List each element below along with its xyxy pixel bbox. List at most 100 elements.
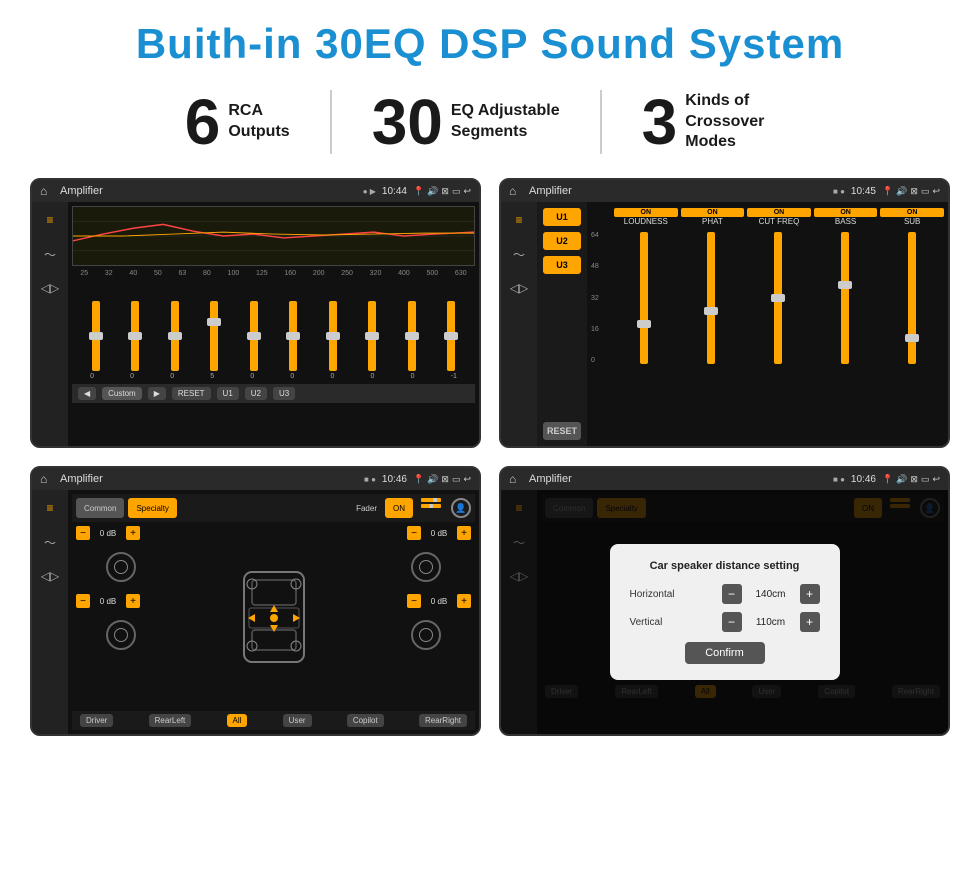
screen-icon-2: ⊠ [910, 186, 918, 197]
stat-crossover-label: Kinds ofCrossover Modes [685, 91, 795, 153]
db-minus-2[interactable]: − [407, 526, 421, 540]
crossover-slider-cutfreq[interactable] [746, 232, 810, 364]
channel-phat: PHAT [681, 217, 745, 226]
crossover-reset-btn[interactable]: RESET [543, 422, 581, 440]
preset-u3-btn[interactable]: U3 [543, 256, 581, 274]
screen1-time: 10:44 [382, 186, 407, 197]
sidebar-wave-icon-3[interactable]: 〜 [40, 532, 60, 552]
channel-bass: BASS [814, 217, 878, 226]
crossover-slider-bass[interactable] [813, 232, 877, 364]
db-value-0: 0 dB [93, 529, 123, 538]
volume-icon-1: 🔊 [427, 186, 438, 197]
db-minus-1[interactable]: − [76, 594, 90, 608]
dialog-horizontal-label: Horizontal [630, 589, 690, 600]
eq-slider-8[interactable] [406, 301, 418, 371]
sidebar-speaker-icon[interactable]: ◁▷ [40, 278, 60, 298]
tab-specialty[interactable]: Specialty [128, 498, 176, 518]
db-control-0: − 0 dB + [76, 526, 166, 540]
preset-u2-btn[interactable]: U2 [543, 232, 581, 250]
dialog-horizontal-minus[interactable]: − [722, 584, 742, 604]
dialog-overlay: Car speaker distance setting Horizontal … [501, 490, 948, 734]
fader-screen: Common Specialty Fader ON [72, 494, 475, 730]
eq-slider-6[interactable] [327, 301, 339, 371]
sidebar-wave-icon-2[interactable]: 〜 [509, 244, 529, 264]
eq-slider-0[interactable] [90, 301, 102, 371]
db-value-3: 0 dB [424, 597, 454, 606]
back-icon-4: ↩ [932, 474, 940, 485]
crossover-slider-sub[interactable] [880, 232, 944, 364]
crossover-slider-loudness[interactable] [612, 232, 676, 364]
eq-slider-2[interactable] [169, 301, 181, 371]
back-icon-1: ↩ [463, 186, 471, 197]
on-badge-phat: ON [681, 208, 745, 217]
db-control-1: − 0 dB + [76, 594, 166, 608]
channel-cutfreq: CUT FREQ [747, 217, 811, 226]
back-icon-3: ↩ [463, 474, 471, 485]
eq-play-btn[interactable]: ▶ [148, 387, 166, 400]
dialog-horizontal-row: Horizontal − 140cm + [630, 584, 820, 604]
sidebar-wave-icon[interactable]: 〜 [40, 244, 60, 264]
eq-slider-1[interactable] [129, 301, 141, 371]
eq-custom-btn[interactable]: Custom [102, 387, 142, 400]
confirm-button[interactable]: Confirm [685, 642, 765, 664]
tab-common[interactable]: Common [76, 498, 124, 518]
battery-icon-1: ▭ [452, 186, 461, 197]
preset-u1-btn[interactable]: U1 [543, 208, 581, 226]
db-minus-3[interactable]: − [407, 594, 421, 608]
on-badge-sub: ON [880, 208, 944, 217]
screen-icon-1: ⊠ [441, 186, 449, 197]
btn-driver[interactable]: Driver [80, 714, 113, 727]
eq-slider-7[interactable] [366, 301, 378, 371]
channel-headers: ON LOUDNESS ON PHAT ON CUT FREQ ON [591, 206, 944, 228]
eq-reset-btn[interactable]: RESET [172, 387, 211, 400]
btn-rearright[interactable]: RearRight [419, 714, 467, 727]
btn-copilot[interactable]: Copilot [347, 714, 384, 727]
location-icon-4: 📍 [882, 474, 893, 485]
fader-profile-icon[interactable]: 👤 [451, 498, 471, 518]
db-plus-3[interactable]: + [457, 594, 471, 608]
db-plus-0[interactable]: + [126, 526, 140, 540]
volume-icon-3: 🔊 [427, 474, 438, 485]
stat-eq-number: 30 [372, 90, 443, 154]
dialog-vertical-minus[interactable]: − [722, 612, 742, 632]
db-minus-0[interactable]: − [76, 526, 90, 540]
btn-rearleft[interactable]: RearLeft [149, 714, 192, 727]
eq-u3-btn[interactable]: U3 [273, 387, 295, 400]
eq-slider-5[interactable] [287, 301, 299, 371]
screen-crossover: ⌂ Amplifier ■ ● 10:45 📍 🔊 ⊠ ▭ ↩ ≡ 〜 ◁▷ [499, 178, 950, 448]
btn-user[interactable]: User [283, 714, 312, 727]
dialog-horizontal-control: − 140cm + [722, 584, 820, 604]
stat-eq-label: EQ AdjustableSegments [451, 101, 560, 143]
eq-u2-btn[interactable]: U2 [245, 387, 267, 400]
sidebar-eq-icon-3[interactable]: ≡ [40, 498, 60, 518]
eq-u1-btn[interactable]: U1 [217, 387, 239, 400]
btn-all[interactable]: All [227, 714, 248, 727]
sidebar-eq-icon-2[interactable]: ≡ [509, 210, 529, 230]
battery-icon-2: ▭ [921, 186, 930, 197]
screen2-sidebar: ≡ 〜 ◁▷ [501, 202, 537, 446]
fader-on-btn[interactable]: ON [385, 498, 413, 518]
crossover-slider-phat[interactable] [679, 232, 743, 364]
battery-icon-3: ▭ [452, 474, 461, 485]
eq-prev-btn[interactable]: ◀ [78, 387, 96, 400]
volume-icon-2: 🔊 [896, 186, 907, 197]
screen2-dots: ■ ● [833, 187, 845, 196]
db-value-2: 0 dB [424, 529, 454, 538]
dialog-box: Car speaker distance setting Horizontal … [610, 544, 840, 680]
dialog-horizontal-plus[interactable]: + [800, 584, 820, 604]
eq-slider-4[interactable] [248, 301, 260, 371]
sidebar-speaker-icon-3[interactable]: ◁▷ [40, 566, 60, 586]
dialog-horizontal-value: 140cm [746, 589, 796, 600]
status-bar-2: ⌂ Amplifier ■ ● 10:45 📍 🔊 ⊠ ▭ ↩ [501, 180, 948, 202]
eq-slider-3[interactable] [208, 301, 220, 371]
on-badge-bass: ON [814, 208, 878, 217]
eq-slider-9[interactable] [445, 301, 457, 371]
crossover-sliders: 64 48 32 16 0 [591, 228, 944, 368]
screen-eq-sliders: ⌂ Amplifier ● ▶ 10:44 📍 🔊 ⊠ ▭ ↩ ≡ 〜 ◁▷ [30, 178, 481, 448]
db-plus-1[interactable]: + [126, 594, 140, 608]
db-plus-2[interactable]: + [457, 526, 471, 540]
sidebar-speaker-icon-2[interactable]: ◁▷ [509, 278, 529, 298]
dialog-vertical-plus[interactable]: + [800, 612, 820, 632]
sidebar-eq-icon[interactable]: ≡ [40, 210, 60, 230]
dialog-vertical-value: 110cm [746, 617, 796, 628]
